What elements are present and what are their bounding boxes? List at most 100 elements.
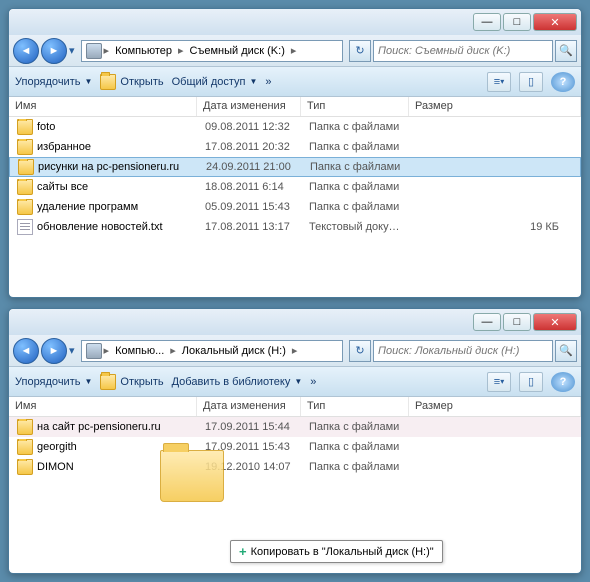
preview-pane-button[interactable]: ▯: [519, 72, 543, 92]
column-date[interactable]: Дата изменения: [197, 397, 301, 416]
titlebar[interactable]: — □ ✕: [9, 9, 581, 35]
search-button[interactable]: 🔍: [555, 40, 577, 62]
column-headers: Имя Дата изменения Тип Размер: [9, 97, 581, 117]
file-type: Папка с файлами: [303, 461, 411, 473]
refresh-button[interactable]: ↻: [349, 340, 371, 362]
file-row[interactable]: удаление программ05.09.2011 15:43Папка с…: [9, 197, 581, 217]
file-name: foto: [37, 121, 55, 133]
column-name[interactable]: Имя: [9, 97, 197, 116]
plus-icon: +: [239, 544, 247, 559]
column-name[interactable]: Имя: [9, 397, 197, 416]
file-name: избранное: [37, 141, 91, 153]
chevron-right-icon[interactable]: ▸: [290, 344, 300, 357]
more-menu[interactable]: »: [265, 76, 271, 88]
column-size[interactable]: Размер: [409, 397, 581, 416]
view-button[interactable]: ≡▾: [487, 72, 511, 92]
maximize-button[interactable]: □: [503, 13, 531, 31]
folder-icon: [17, 139, 33, 155]
folder-icon: [17, 459, 33, 475]
search-input[interactable]: [378, 345, 548, 357]
file-type: Папка с файлами: [303, 421, 411, 433]
organize-menu[interactable]: Упорядочить▼: [15, 376, 92, 388]
open-button[interactable]: Открыть: [100, 74, 163, 90]
search-input[interactable]: [378, 45, 548, 57]
folder-open-icon: [100, 74, 116, 90]
share-menu[interactable]: Общий доступ▼: [172, 76, 258, 88]
file-date: 19.12.2010 14:07: [199, 461, 303, 473]
search-box[interactable]: [373, 40, 553, 62]
file-list[interactable]: на сайт pc-pensioneru.ru 17.09.2011 15:44…: [9, 417, 581, 477]
toolbar: Упорядочить▼ Открыть Общий доступ▼ » ≡▾ …: [9, 67, 581, 97]
view-button[interactable]: ≡▾: [487, 372, 511, 392]
chevron-right-icon[interactable]: ▸: [176, 44, 186, 57]
file-row[interactable]: обновление новостей.txt17.08.2011 13:17Т…: [9, 217, 581, 237]
forward-button[interactable]: ►: [41, 38, 67, 64]
close-button[interactable]: ✕: [533, 13, 577, 31]
navbar: ◄ ► ▾ ▸ Компью... ▸ Локальный диск (H:) …: [9, 335, 581, 367]
file-date: 17.08.2011 20:32: [199, 141, 303, 153]
address-bar[interactable]: ▸ Компьютер ▸ Съемный диск (K:) ▸: [81, 40, 343, 62]
file-name: обновление новостей.txt: [37, 221, 163, 233]
close-button[interactable]: ✕: [533, 313, 577, 331]
drag-tooltip: + Копировать в "Локальный диск (H:)": [230, 540, 443, 563]
folder-icon: [17, 199, 33, 215]
chevron-right-icon[interactable]: ▸: [102, 44, 112, 57]
file-row[interactable]: foto09.08.2011 12:32Папка с файлами: [9, 117, 581, 137]
search-button[interactable]: 🔍: [555, 340, 577, 362]
column-type[interactable]: Тип: [301, 97, 409, 116]
text-file-icon: [17, 219, 33, 235]
explorer-window-2: — □ ✕ ◄ ► ▾ ▸ Компью... ▸ Локальный диск…: [8, 308, 582, 574]
file-row[interactable]: на сайт pc-pensioneru.ru 17.09.2011 15:44…: [9, 417, 581, 437]
maximize-button[interactable]: □: [503, 313, 531, 331]
file-row[interactable]: избранное 17.08.2011 20:32Папка с файлами: [9, 137, 581, 157]
breadcrumb-segment[interactable]: Компью...: [111, 345, 168, 357]
back-button[interactable]: ◄: [13, 338, 39, 364]
file-type: Папка с файлами: [303, 121, 411, 133]
history-dropdown-icon[interactable]: ▾: [69, 344, 75, 357]
preview-pane-button[interactable]: ▯: [519, 372, 543, 392]
back-button[interactable]: ◄: [13, 38, 39, 64]
help-button[interactable]: ?: [551, 72, 575, 92]
titlebar[interactable]: — □ ✕: [9, 309, 581, 335]
add-to-library-menu[interactable]: Добавить в библиотеку▼: [172, 376, 303, 388]
file-date: 18.08.2011 6:14: [199, 181, 303, 193]
file-row[interactable]: DIMON19.12.2010 14:07Папка с файлами: [9, 457, 581, 477]
file-name: удаление программ: [37, 201, 138, 213]
chevron-right-icon[interactable]: ▸: [289, 44, 299, 57]
file-row[interactable]: georgith17.09.2011 15:43Папка с файлами: [9, 437, 581, 457]
refresh-button[interactable]: ↻: [349, 40, 371, 62]
file-date: 17.09.2011 15:44: [199, 421, 303, 433]
address-bar[interactable]: ▸ Компью... ▸ Локальный диск (H:) ▸: [81, 340, 343, 362]
folder-icon: [17, 439, 33, 455]
minimize-button[interactable]: —: [473, 313, 501, 331]
column-type[interactable]: Тип: [301, 397, 409, 416]
open-button[interactable]: Открыть: [100, 374, 163, 390]
breadcrumb-segment[interactable]: Локальный диск (H:): [178, 345, 290, 357]
file-type: Текстовый докум...: [303, 221, 411, 233]
organize-menu[interactable]: Упорядочить▼: [15, 76, 92, 88]
file-name: на сайт pc-pensioneru.ru: [37, 421, 161, 433]
chevron-right-icon[interactable]: ▸: [168, 344, 178, 357]
toolbar: Упорядочить▼ Открыть Добавить в библиоте…: [9, 367, 581, 397]
file-row[interactable]: рисунки на pc-pensioneru.ru24.09.2011 21…: [9, 157, 581, 177]
folder-icon: [17, 419, 33, 435]
help-button[interactable]: ?: [551, 372, 575, 392]
file-type: Папка с файлами: [303, 141, 411, 153]
file-date: 17.09.2011 15:43: [199, 441, 303, 453]
file-list[interactable]: foto09.08.2011 12:32Папка с файламиизбра…: [9, 117, 581, 237]
computer-icon: [86, 43, 102, 59]
folder-icon: [17, 179, 33, 195]
breadcrumb-segment[interactable]: Компьютер: [111, 45, 176, 57]
breadcrumb-segment[interactable]: Съемный диск (K:): [186, 45, 289, 57]
search-box[interactable]: [373, 340, 553, 362]
file-size: 19 КБ: [411, 221, 579, 233]
drag-tooltip-label: Копировать в "Локальный диск (H:)": [251, 546, 434, 558]
more-menu[interactable]: »: [310, 376, 316, 388]
forward-button[interactable]: ►: [41, 338, 67, 364]
history-dropdown-icon[interactable]: ▾: [69, 44, 75, 57]
column-date[interactable]: Дата изменения: [197, 97, 301, 116]
file-row[interactable]: сайты все18.08.2011 6:14Папка с файлами: [9, 177, 581, 197]
chevron-right-icon[interactable]: ▸: [102, 344, 112, 357]
column-size[interactable]: Размер: [409, 97, 581, 116]
minimize-button[interactable]: —: [473, 13, 501, 31]
